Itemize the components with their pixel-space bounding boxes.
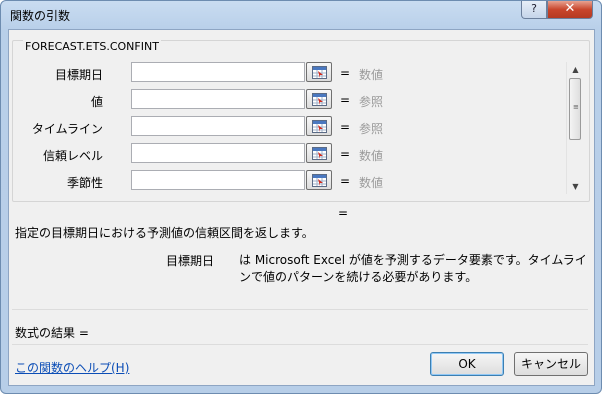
argument-input[interactable] [131,170,305,190]
collapse-range-icon [312,66,327,79]
argument-input[interactable] [131,89,305,109]
argument-help-name: 目標期日 [166,254,215,268]
dialog-title: 関数の引数 [10,9,71,23]
dialog-client-area: FORECAST.ETS.CONFINT 目標期日 = 数値 値 = 参照 タイ… [8,29,595,386]
argument-label: 目標期日 [54,68,103,82]
argument-equals: = [340,174,351,188]
argument-input[interactable] [131,116,305,136]
argument-label: 季節性 [66,176,103,190]
close-button[interactable]: ✕ [547,1,593,19]
function-name: FORECAST.ETS.CONFINT [23,40,161,53]
argument-type-hint: 数値 [359,149,384,163]
function-help-link[interactable]: この関数のヘルプ(H) [15,359,129,376]
ok-button[interactable]: OK [430,352,504,376]
arguments-group: FORECAST.ETS.CONFINT 目標期日 = 数値 値 = 参照 タイ… [12,40,590,202]
collapse-range-icon [312,120,327,133]
argument-equals: = [340,147,351,161]
argument-label: 値 [90,95,103,109]
argument-type-hint: 参照 [359,95,384,109]
dialog-window: 関数の引数 ? ✕ FORECAST.ETS.CONFINT 目標期日 = 数値… [0,0,602,394]
argument-equals: = [340,120,351,134]
collapse-range-icon [312,147,327,160]
collapse-range-icon [312,174,327,187]
range-select-button[interactable] [306,89,332,109]
function-description: 指定の目標期日における予測値の信頼区間を返します。 [15,226,314,240]
argument-type-hint: 数値 [359,176,384,190]
cancel-button[interactable]: キャンセル [514,352,588,376]
help-button[interactable]: ? [521,1,547,19]
argument-label: タイムライン [31,122,103,136]
formula-result: 数式の結果 = [15,326,89,340]
range-select-button[interactable] [306,143,332,163]
argument-input[interactable] [131,143,305,163]
range-select-button[interactable] [306,170,332,190]
range-select-button[interactable] [306,62,332,82]
collapse-range-icon [312,93,327,106]
divider [12,344,588,345]
argument-row: 値 = 参照 [13,89,573,111]
arguments-scrollbar[interactable]: ▲ ≡ ▼ [566,62,584,194]
scrollbar-grip-icon: ≡ [573,103,579,111]
range-select-button[interactable] [306,116,332,136]
argument-label: 信頼レベル [42,149,103,163]
divider [12,309,588,310]
scroll-down-arrow-icon[interactable]: ▼ [567,179,584,194]
argument-equals: = [340,66,351,80]
function-result-equals: = [338,206,349,220]
argument-input[interactable] [131,62,305,82]
scrollbar-thumb[interactable]: ≡ [569,78,581,140]
argument-row: 目標期日 = 数値 [13,62,573,84]
argument-type-hint: 参照 [359,122,384,136]
scroll-up-arrow-icon[interactable]: ▲ [567,62,584,77]
argument-help-text: は Microsoft Excel が値を予測するデータ要素です。タイムラインで… [239,253,587,284]
argument-row: タイムライン = 参照 [13,116,573,138]
argument-equals: = [340,93,351,107]
argument-row: 信頼レベル = 数値 [13,143,573,165]
argument-row: 季節性 = 数値 [13,170,573,192]
argument-type-hint: 数値 [359,68,384,82]
